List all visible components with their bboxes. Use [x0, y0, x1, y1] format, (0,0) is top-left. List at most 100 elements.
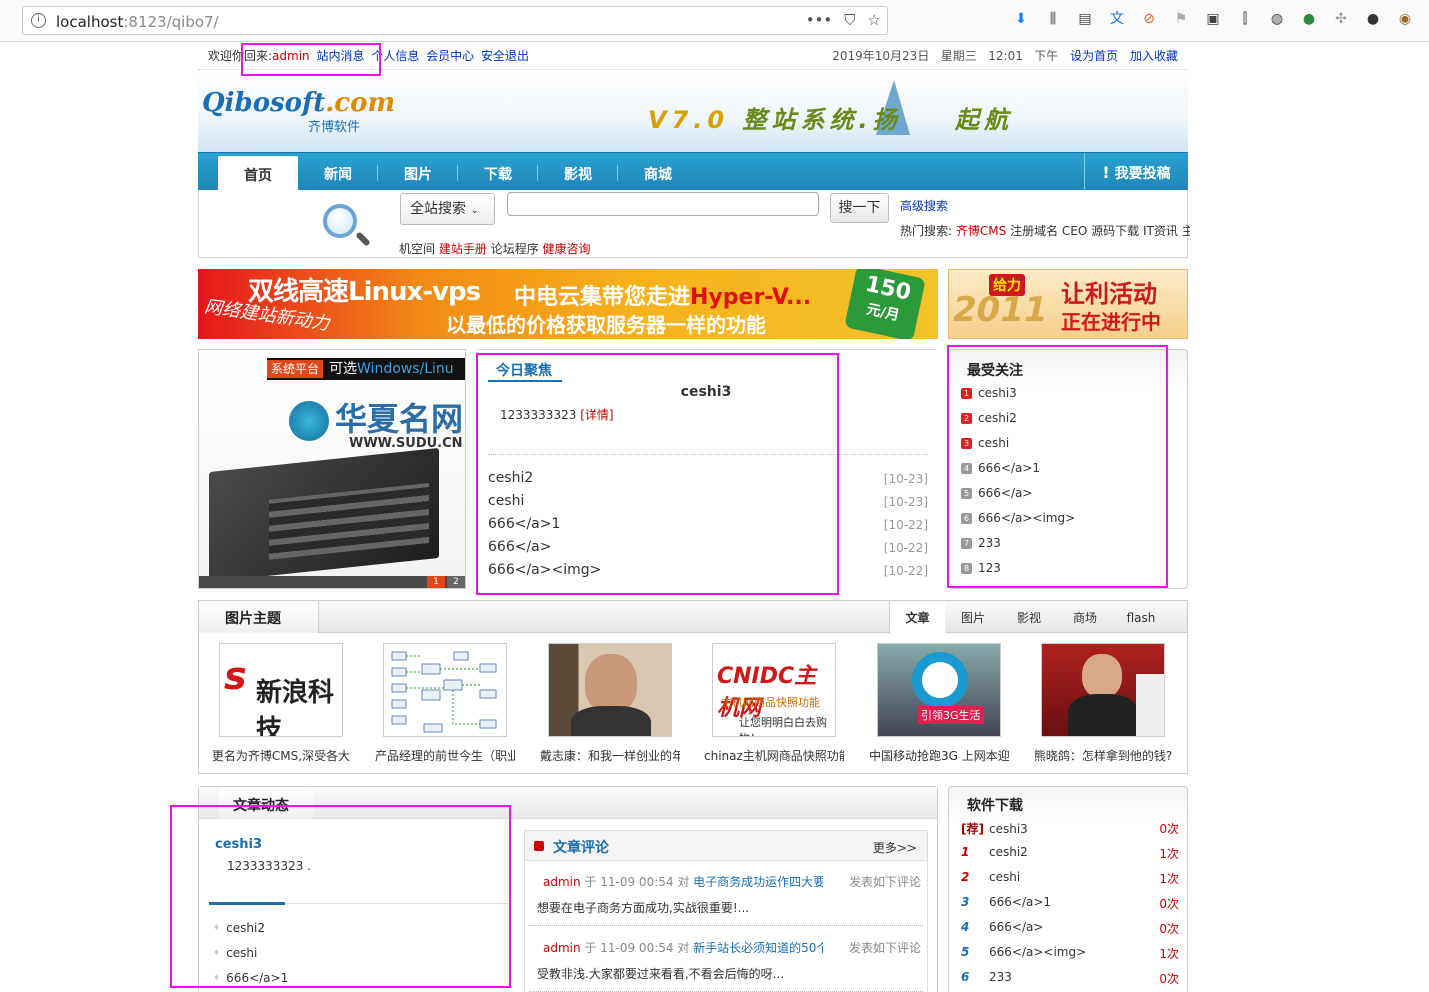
comment-body[interactable]: 想要在电子商务方面成功,实战很重要!... [537, 899, 749, 916]
picture-card[interactable]: 产品经理的前世今生（职业 [375, 643, 515, 763]
download-item[interactable]: [荐] ceshi3 0次 [961, 820, 1179, 838]
sub-link[interactable]: 机空间 [399, 242, 435, 256]
focus-item[interactable]: ceshi [10-23] [488, 493, 928, 513]
puzzle-icon[interactable]: ✣ [1332, 10, 1350, 28]
tab-market[interactable]: 商场 [1057, 601, 1113, 633]
member-center-link[interactable]: 会员中心 [426, 49, 474, 63]
logout-link[interactable]: 安全退出 [481, 49, 529, 63]
search-scope-select[interactable]: 全站搜索 ⌄ [400, 193, 495, 225]
download-item[interactable]: 1 ceshi2 1次 [961, 845, 1179, 863]
pocket-icon[interactable]: ⛉ [844, 11, 855, 29]
slide-page-1[interactable]: 1 [427, 576, 445, 588]
contribute-button[interactable]: ! 我要投稿 [1084, 153, 1188, 191]
nav-shop[interactable]: 商城 [618, 153, 698, 191]
nav-video[interactable]: 影视 [538, 153, 618, 191]
hot-item[interactable]: 8 123 [961, 559, 1001, 577]
hot-item[interactable]: 5 666</a> [961, 484, 1032, 502]
welcome-text: 欢迎你回来: [208, 49, 273, 63]
download-item[interactable]: 5 666</a><img> 1次 [961, 945, 1179, 963]
hot-search-item[interactable]: 主 [1182, 224, 1190, 238]
hot-search-item[interactable]: IT资讯 [1143, 224, 1178, 238]
nav-pictures[interactable]: 图片 [378, 153, 458, 191]
messages-link[interactable]: 站内消息 [316, 49, 364, 63]
focus-item[interactable]: 666</a>1 [10-22] [488, 516, 928, 536]
library-icon[interactable]: ⫼ [1044, 10, 1062, 28]
translate-icon[interactable]: 文 [1108, 10, 1126, 28]
sidebar-icon[interactable]: ▤ [1076, 10, 1094, 28]
hot-item[interactable]: 7 233 [961, 534, 1001, 552]
sub-link[interactable]: 健康咨询 [543, 242, 591, 256]
url-text[interactable]: localhost:8123/qibo7/ [56, 13, 219, 31]
globe-icon[interactable]: ◍ [1268, 10, 1286, 28]
add-favorite-link[interactable]: 加入收藏 [1130, 49, 1178, 63]
download-item[interactable]: 4 666</a> 0次 [961, 920, 1179, 938]
news-headline[interactable]: ceshi3 [215, 837, 262, 852]
hot-item[interactable]: 4 666</a>1 [961, 459, 1040, 477]
info-icon[interactable]: i [31, 13, 46, 28]
container-icon[interactable]: ▣ [1204, 10, 1222, 28]
comment-body[interactable]: 受教非浅.大家都要过来看看,不看会后悔的呀... [537, 965, 784, 982]
picture-card[interactable]: CNIDC主机网主机网商品快照功能让您明明白白去购物！ chinaz主机网商品快… [704, 643, 844, 763]
focus-item[interactable]: ceshi2 [10-23] [488, 470, 928, 490]
username-link[interactable]: admin [272, 49, 310, 63]
nav-news[interactable]: 新闻 [298, 153, 378, 191]
tab-articles[interactable]: 文章 [889, 601, 945, 634]
focus-title[interactable]: 今日聚焦 [488, 360, 562, 382]
focus-headline[interactable]: ceshi3 [476, 384, 936, 400]
nav-downloads[interactable]: 下载 [458, 153, 538, 191]
more-link[interactable]: 更多>> [873, 839, 917, 856]
set-home-link[interactable]: 设为首页 [1070, 49, 1118, 63]
download-item[interactable]: 6 233 0次 [961, 970, 1179, 988]
hot-search-item[interactable]: 注册域名 [1010, 224, 1058, 238]
shield-icon[interactable]: ● [1300, 10, 1318, 28]
user-topbar: 欢迎你回来:admin 站内消息 个人信息 会员中心 安全退出 2019年10月… [198, 42, 1188, 70]
download-item[interactable]: 3 666</a>1 0次 [961, 895, 1179, 913]
page-actions-icon[interactable]: ••• [806, 11, 833, 29]
news-item[interactable]: ceshi2 [213, 921, 265, 935]
ad-banner-promo[interactable]: 2011 给力 让利活动 正在进行中 [948, 269, 1188, 339]
tab-pictures[interactable]: 图片 [945, 601, 1001, 633]
search-button[interactable]: 搜一下 [830, 193, 889, 223]
bookmark-star-icon[interactable]: ☆ [868, 11, 881, 29]
hot-item[interactable]: 6 666</a><img> [961, 509, 1075, 527]
detail-link[interactable]: [详情] [580, 408, 613, 422]
comments-title[interactable]: 文章评论 [553, 837, 609, 857]
hot-search-item[interactable]: 齐博CMS [956, 224, 1006, 238]
site-logo[interactable]: Qibosoft.com 齐博软件 [202, 88, 395, 135]
focus-item[interactable]: 666</a> [10-22] [488, 539, 928, 559]
download-icon[interactable]: ⬇ [1012, 10, 1030, 28]
picture-card[interactable]: 戴志康：和我一样创业的年 [540, 643, 680, 763]
dark-circle-icon[interactable]: ● [1364, 10, 1382, 28]
search-input[interactable] [507, 192, 819, 216]
picture-card[interactable]: 熊晓鸽：怎样拿到他的钱? [1034, 643, 1172, 763]
nav-home[interactable]: 首页 [218, 156, 298, 191]
picture-card[interactable]: 引领3G生活 中国移动抢跑3G 上网本迎 [869, 643, 1009, 763]
reader-icon[interactable]: ⫿ [1236, 10, 1254, 28]
tab-flash[interactable]: flash [1113, 601, 1169, 633]
focus-item[interactable]: 666</a><img> [10-22] [488, 562, 928, 582]
hot-search-item[interactable]: CEO [1062, 224, 1087, 238]
advanced-search-link[interactable]: 高级搜索 [900, 197, 948, 214]
extension-icon[interactable]: ⚑ [1172, 10, 1190, 28]
image-slideshow[interactable]: 系统平台 可选Windows/Linu 华夏名网 WWW.SUDU.CN 1 2 [198, 349, 466, 589]
news-title: 文章动态 [219, 787, 313, 819]
sub-link[interactable]: 建站手册 [439, 242, 487, 256]
news-item[interactable]: 666</a>1 [213, 971, 288, 985]
hot-item[interactable]: 2 ceshi2 [961, 409, 1017, 427]
ad-banner-vps[interactable]: 双线高速Linux-vps 中电云集带您走进Hyper-V... 以最低的价格获… [198, 269, 938, 339]
tab-video[interactable]: 影视 [1001, 601, 1057, 633]
sub-link[interactable]: 论坛程序 [491, 242, 539, 256]
hot-item[interactable]: 3 ceshi [961, 434, 1009, 452]
address-bar[interactable]: i localhost:8123/qibo7/ ••• ⛉ ☆ [22, 6, 888, 35]
profile-link[interactable]: 个人信息 [371, 49, 419, 63]
price-tag: 150 元/月 [844, 269, 926, 339]
picture-card[interactable]: s 新浪科技 更名为齐博CMS,深受各大 [212, 643, 350, 763]
search-area: 全站搜索 ⌄ 搜一下 高级搜索 热门搜索: 齐博CMS 注册域名 CEO 源码下… [198, 190, 1190, 258]
news-item[interactable]: ceshi [213, 946, 257, 960]
ublock-icon[interactable]: ⊘ [1140, 10, 1158, 28]
hot-search-item[interactable]: 源码下载 [1091, 224, 1139, 238]
cookie-icon[interactable]: ◉ [1396, 10, 1414, 28]
download-item[interactable]: 2 ceshi 1次 [961, 870, 1179, 888]
slide-page-2[interactable]: 2 [447, 576, 465, 588]
hot-item[interactable]: 1 ceshi3 [961, 384, 1017, 402]
